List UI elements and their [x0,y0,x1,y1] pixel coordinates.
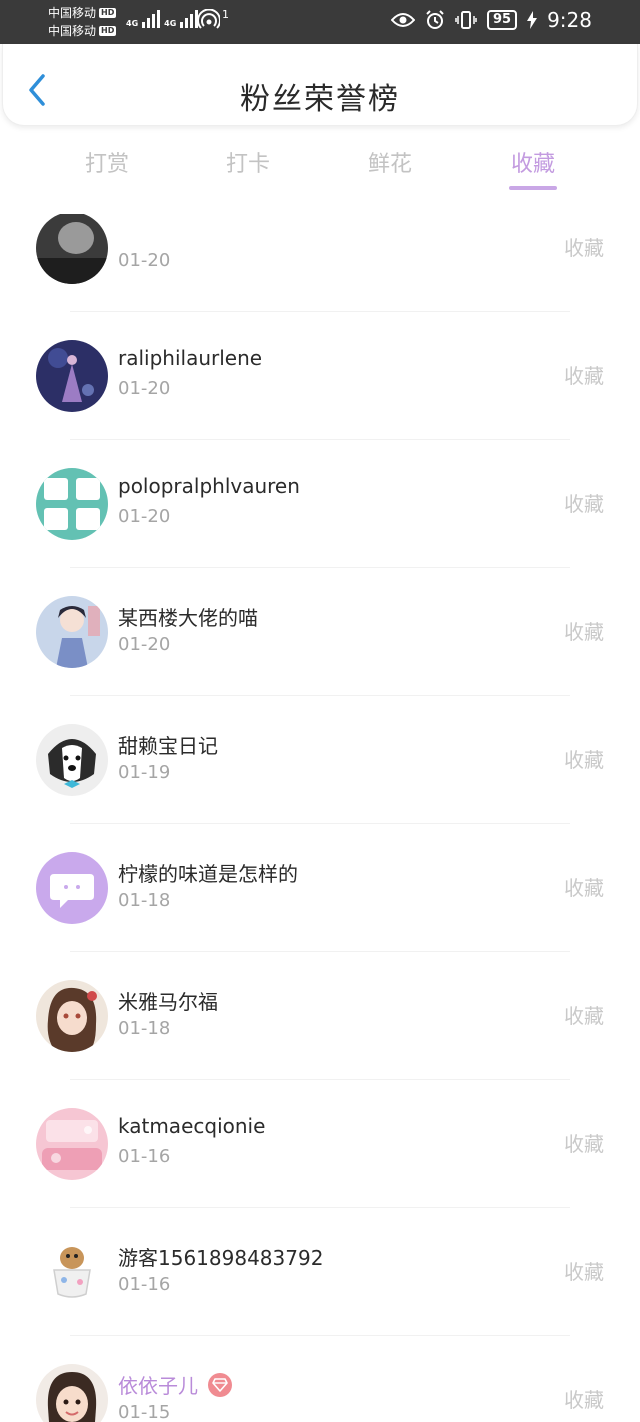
page-header: 粉丝荣誉榜 [2,44,638,126]
fan-list[interactable]: 01-20 收藏 raliphilaurlene 01-20 收藏 polopr… [0,214,640,1422]
tab-checkin[interactable]: 打卡 [198,146,298,178]
user-name: 某西楼大佬的喵 [118,606,258,630]
favorite-label: 收藏 [564,876,604,900]
carrier-info: 中国移动 HD 中国移动 HD [48,4,117,40]
avatar[interactable] [36,1364,108,1422]
tab-reward[interactable]: 打赏 [57,146,157,178]
user-name: 米雅马尔福 [118,990,218,1014]
signal-bars-icon [180,8,199,28]
hotspot-icon [198,9,220,29]
diamond-badge-icon [208,1372,232,1397]
favorite-label: 收藏 [564,748,604,772]
user-name: 甜赖宝日记 [118,734,218,758]
list-item[interactable]: polopralphlvauren 01-20 收藏 [0,440,640,568]
avatar[interactable] [36,1108,108,1180]
favorite-date: 01-18 [118,890,171,911]
favorite-label: 收藏 [564,1132,604,1156]
signal-bars-icon [142,8,161,28]
signal-indicators: 4G 4G [126,8,199,28]
favorite-label: 收藏 [564,364,604,388]
favorite-date: 01-19 [118,762,171,783]
user-name: katmaecqionie [118,1114,266,1138]
user-name: 柠檬的味道是怎样的 [118,862,298,886]
avatar[interactable] [36,980,108,1052]
avatar[interactable] [36,214,108,284]
tab-favorites[interactable]: 收藏 [483,146,583,178]
list-item[interactable]: 依依子儿 01-15 收藏 [0,1336,640,1422]
favorite-date: 01-20 [118,250,171,271]
favorite-label: 收藏 [564,236,604,260]
list-item[interactable]: 游客1561898483792 01-16 收藏 [0,1208,640,1336]
tab-bar: 打赏 打卡 鲜花 收藏 [0,140,640,194]
list-item[interactable]: raliphilaurlene 01-20 收藏 [0,312,640,440]
favorite-label: 收藏 [564,492,604,516]
carrier-name-1: 中国移动 [48,6,97,20]
eye-icon [390,13,415,27]
avatar[interactable] [36,852,108,924]
user-name: 游客1561898483792 [118,1246,324,1270]
avatar[interactable] [36,340,108,412]
hd-badge-2: HD [99,26,117,36]
list-item[interactable]: 某西楼大佬的喵 01-20 收藏 [0,568,640,696]
list-item[interactable]: katmaecqionie 01-16 收藏 [0,1080,640,1208]
avatar[interactable] [36,1236,108,1308]
avatar[interactable] [36,724,108,796]
favorite-date: 01-16 [118,1146,171,1167]
network-type-1: 4G [126,19,139,28]
tab-flowers[interactable]: 鲜花 [340,146,440,178]
status-right: 95 9:28 [390,8,592,32]
list-item[interactable]: 01-20 收藏 [0,214,640,312]
avatar[interactable] [36,468,108,540]
clock: 9:28 [547,8,592,32]
charging-icon [527,11,538,29]
carrier-name-2: 中国移动 [48,24,97,38]
favorite-date: 01-15 [118,1402,171,1422]
page-title: 粉丝荣誉榜 [240,82,400,117]
active-tab-indicator [509,186,557,190]
list-item[interactable]: 甜赖宝日记 01-19 收藏 [0,696,640,824]
list-item[interactable]: 米雅马尔福 01-18 收藏 [0,952,640,1080]
user-name: polopralphlvauren [118,474,300,498]
battery-indicator: 95 [486,10,518,30]
hotspot-count: 1 [222,8,229,21]
user-name: raliphilaurlene [118,346,263,370]
vibrate-icon [455,11,477,29]
favorite-label: 收藏 [564,1388,604,1412]
favorite-date: 01-16 [118,1274,171,1295]
hd-badge-1: HD [99,8,117,18]
status-bar: 中国移动 HD 中国移动 HD 4G 4G 1 95 9:28 [0,0,640,44]
favorite-date: 01-20 [118,634,171,655]
user-name: 依依子儿 [118,1374,198,1398]
favorite-label: 收藏 [564,1004,604,1028]
favorite-date: 01-20 [118,506,171,527]
network-type-2: 4G [164,19,177,28]
avatar[interactable] [36,596,108,668]
favorite-label: 收藏 [564,620,604,644]
list-item[interactable]: 柠檬的味道是怎样的 01-18 收藏 [0,824,640,952]
favorite-date: 01-20 [118,378,171,399]
alarm-icon [426,10,444,29]
favorite-label: 收藏 [564,1260,604,1284]
favorite-date: 01-18 [118,1018,171,1039]
